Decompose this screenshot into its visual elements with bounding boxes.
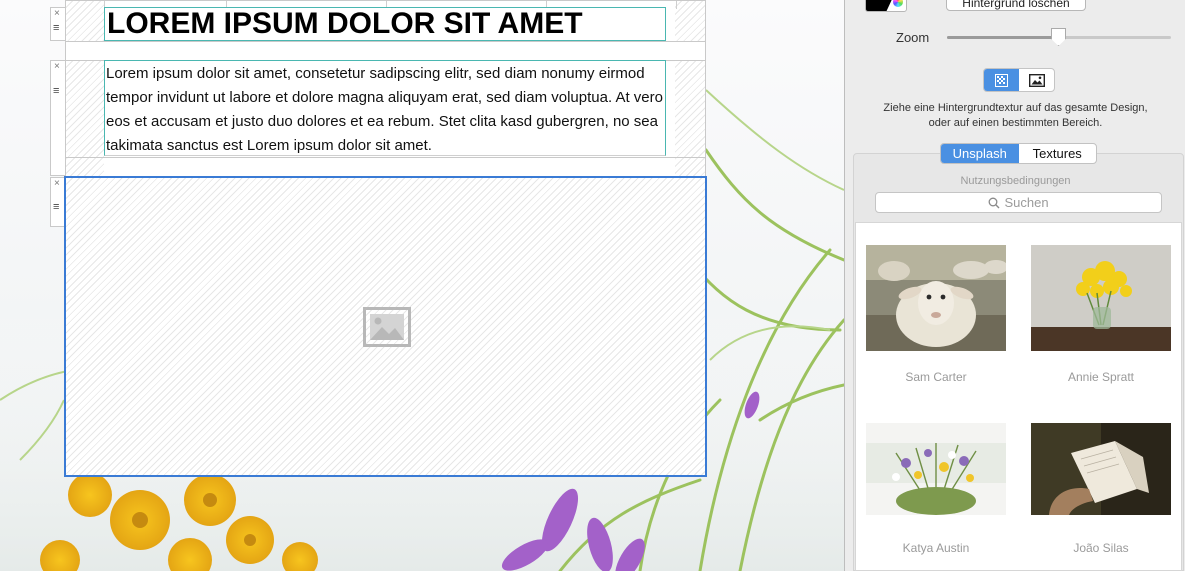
search-placeholder: Suchen	[1004, 195, 1049, 210]
thumbnail-yellow-flowers-vase	[1031, 245, 1171, 351]
photo-credit[interactable]: Sam Carter	[866, 370, 1006, 384]
left-gutter	[66, 61, 104, 176]
background-mode-selector[interactable]	[983, 68, 1055, 92]
zoom-slider-knob[interactable]	[1051, 28, 1066, 46]
row-controls-paragraph[interactable]: × ≡	[50, 60, 66, 176]
image-placeholder-block[interactable]	[64, 176, 707, 477]
row-remove-icon[interactable]: ×	[54, 62, 60, 72]
row-remove-icon[interactable]: ×	[54, 179, 60, 189]
row-drag-handle-icon[interactable]: ≡	[53, 86, 59, 97]
thumbnail-sheep	[866, 245, 1006, 351]
hint-text: Ziehe eine Hintergrundtextur auf das ges…	[883, 102, 1148, 129]
color-wheel-icon	[893, 0, 903, 7]
right-gutter	[675, 1, 705, 41]
photo-mode-button[interactable]	[1019, 69, 1054, 91]
zoom-slider-fill	[947, 36, 1059, 39]
design-canvas[interactable]: × ≡ LOREM IPSUM DOLOR SIT AMET × ≡ Lorem…	[0, 0, 844, 571]
image-tile[interactable]: Annie Spratt	[1031, 245, 1171, 384]
row-divider	[66, 41, 705, 42]
image-tile[interactable]: Katya Austin	[866, 423, 1006, 555]
left-gutter	[66, 1, 104, 41]
title-text-box[interactable]: LOREM IPSUM DOLOR SIT AMET	[104, 7, 666, 41]
right-gutter	[675, 61, 705, 176]
search-icon	[989, 197, 1000, 208]
image-tile[interactable]: Sam Carter	[866, 245, 1006, 384]
paragraph-text-box[interactable]: Lorem ipsum dolor sit amet, consetetur s…	[104, 60, 666, 156]
search-input[interactable]: Suchen	[875, 192, 1162, 213]
row-drag-handle-icon[interactable]: ≡	[53, 23, 59, 34]
row-remove-icon[interactable]: ×	[54, 9, 60, 19]
texture-mode-button[interactable]	[984, 69, 1019, 91]
image-grid: Sam Carter Annie Spratt Katya Austin Joã…	[855, 222, 1182, 571]
row-drag-handle-icon[interactable]: ≡	[53, 202, 59, 213]
tab-textures[interactable]: Textures	[1019, 144, 1097, 163]
photo-credit[interactable]: João Silas	[1031, 541, 1171, 555]
background-color-well[interactable]	[865, 0, 907, 12]
photo-credit[interactable]: Katya Austin	[866, 541, 1006, 555]
photo-credit[interactable]: Annie Spratt	[1031, 370, 1171, 384]
background-panel: Hintergrund löschen Zoom Ziehe eine Hint…	[844, 0, 1185, 571]
terms-link[interactable]: Nutzungsbedingungen	[845, 175, 1185, 187]
image-source-tabs[interactable]: Unsplash Textures	[940, 143, 1097, 164]
thumbnail-open-book	[1031, 423, 1171, 515]
column-guide	[676, 1, 677, 9]
color-swatch	[866, 0, 894, 11]
zoom-label: Zoom	[896, 30, 930, 45]
image-placeholder-icon	[363, 307, 411, 347]
thumbnail-wildflower-bouquet	[866, 423, 1006, 515]
tab-unsplash[interactable]: Unsplash	[941, 144, 1019, 163]
image-tile[interactable]: João Silas	[1031, 423, 1171, 555]
texture-icon	[995, 73, 1008, 87]
row-controls-title[interactable]: × ≡	[50, 7, 66, 41]
clear-background-button[interactable]: Hintergrund löschen	[946, 0, 1086, 11]
photo-icon	[1028, 73, 1045, 87]
